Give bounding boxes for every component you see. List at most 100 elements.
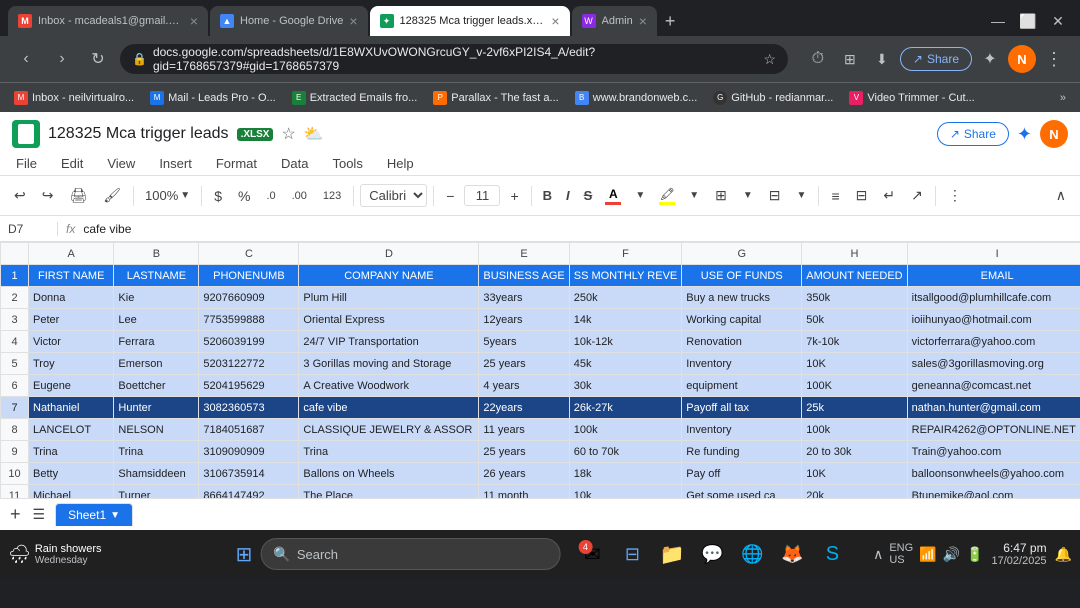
sheet-menu-button[interactable]: ☰ bbox=[27, 504, 52, 525]
tab-admin-close[interactable]: × bbox=[639, 13, 647, 29]
currency-button[interactable]: $ bbox=[208, 184, 228, 208]
sheets-profile-button[interactable]: N bbox=[1040, 120, 1068, 148]
cell-E11[interactable]: 11 month bbox=[479, 485, 569, 499]
cell-F3[interactable]: 14k bbox=[569, 309, 682, 331]
share-button[interactable]: ↗ Share bbox=[900, 47, 972, 71]
table-row[interactable]: 9TrinaTrina3109090909Trina25 years60 to … bbox=[1, 441, 1080, 463]
menu-button[interactable]: ⋮ bbox=[1040, 45, 1068, 73]
cell-C5[interactable]: 5203122772 bbox=[199, 353, 299, 375]
language-indicator[interactable]: ENGUS bbox=[889, 542, 913, 566]
fill-color-dropdown[interactable]: ▼ bbox=[683, 186, 705, 205]
cell-C9[interactable]: 3109090909 bbox=[199, 441, 299, 463]
cell-C2[interactable]: 9207660909 bbox=[199, 287, 299, 309]
taskbar-app-folder[interactable]: 📁 bbox=[656, 538, 688, 570]
cell-G2[interactable]: Buy a new trucks bbox=[682, 287, 802, 309]
cell-E7[interactable]: 22years bbox=[479, 397, 569, 419]
cell-B4[interactable]: Ferrara bbox=[114, 331, 199, 353]
extensions-button[interactable]: ✦ bbox=[976, 45, 1004, 73]
tray-up-icon[interactable]: ∧ bbox=[873, 546, 883, 563]
table-row[interactable]: 10BettyShamsiddeen3106735914Ballons on W… bbox=[1, 463, 1080, 485]
taskbar-app-chat[interactable]: 💬 bbox=[696, 538, 728, 570]
merge-button[interactable]: ⊟ bbox=[763, 183, 787, 208]
cell-G11[interactable]: Get some used ca bbox=[682, 485, 802, 499]
bookmark-brandonweb[interactable]: B www.brandonweb.c... bbox=[569, 89, 704, 107]
cell-A4[interactable]: Victor bbox=[29, 331, 114, 353]
address-bar[interactable]: 🔒 docs.google.com/spreadsheets/d/1E8WXUv… bbox=[120, 44, 788, 74]
close-button[interactable]: ✕ bbox=[1044, 7, 1072, 35]
download-button[interactable]: ⬇ bbox=[868, 45, 896, 73]
maximize-button[interactable]: ⬜ bbox=[1014, 7, 1042, 35]
cell-A11[interactable]: Michael bbox=[29, 485, 114, 499]
cell-D5[interactable]: 3 Gorillas moving and Storage bbox=[299, 353, 479, 375]
history-button[interactable]: ⏱ bbox=[804, 45, 832, 73]
cell-B3[interactable]: Lee bbox=[114, 309, 199, 331]
cell-F6[interactable]: 30k bbox=[569, 375, 682, 397]
star-icon-button[interactable]: ✦ bbox=[1017, 124, 1032, 145]
cell-H11[interactable]: 20k bbox=[802, 485, 907, 499]
taskbar-app-skype[interactable]: S bbox=[816, 538, 848, 570]
zoom-display[interactable]: 100% ▼ bbox=[140, 185, 195, 206]
refresh-button[interactable]: ↻ bbox=[84, 45, 112, 73]
cell-A5[interactable]: Troy bbox=[29, 353, 114, 375]
text-wrap-button[interactable]: ↵ bbox=[877, 183, 901, 208]
col-header-C[interactable]: C bbox=[199, 243, 299, 265]
menu-edit[interactable]: Edit bbox=[57, 154, 87, 173]
cell-I7[interactable]: nathan.hunter@gmail.com bbox=[907, 397, 1080, 419]
cell-A8[interactable]: LANCELOT bbox=[29, 419, 114, 441]
cell-I9[interactable]: Train@yahoo.com bbox=[907, 441, 1080, 463]
bookmark-gmail[interactable]: M Inbox - neilvirtualro... bbox=[8, 89, 140, 107]
cell-I10[interactable]: balloonsonwheels@yahoo.com bbox=[907, 463, 1080, 485]
tab-drive-close[interactable]: × bbox=[349, 13, 357, 29]
decimal-up-button[interactable]: .00 bbox=[286, 186, 313, 206]
cell-C4[interactable]: 5206039199 bbox=[199, 331, 299, 353]
col-header-B[interactable]: B bbox=[114, 243, 199, 265]
cell-I2[interactable]: itsallgood@plumhillcafe.com bbox=[907, 287, 1080, 309]
cell-G3[interactable]: Working capital bbox=[682, 309, 802, 331]
cell-E8[interactable]: 11 years bbox=[479, 419, 569, 441]
cell-E6[interactable]: 4 years bbox=[479, 375, 569, 397]
cell-E10[interactable]: 26 years bbox=[479, 463, 569, 485]
cell-D11[interactable]: The Place bbox=[299, 485, 479, 499]
borders-button[interactable]: ⊞ bbox=[709, 183, 733, 208]
cell-G5[interactable]: Inventory bbox=[682, 353, 802, 375]
row-number[interactable]: 5 bbox=[1, 353, 29, 375]
cell-B6[interactable]: Boettcher bbox=[114, 375, 199, 397]
cell-I11[interactable]: Btunemike@aol.com bbox=[907, 485, 1080, 499]
cell-H7[interactable]: 25k bbox=[802, 397, 907, 419]
table-row[interactable]: 5TroyEmerson52031227723 Gorillas moving … bbox=[1, 353, 1080, 375]
bookmark-parallax[interactable]: P Parallax - The fast a... bbox=[427, 89, 564, 107]
tab-admin[interactable]: W Admin × bbox=[572, 6, 657, 36]
star-button[interactable]: ☆ bbox=[281, 124, 295, 144]
taskbar-app-taskview[interactable]: ⊟ bbox=[616, 538, 648, 570]
table-row[interactable]: 4VictorFerrara520603919924/7 VIP Transpo… bbox=[1, 331, 1080, 353]
wifi-icon[interactable]: 📶 bbox=[919, 546, 936, 563]
cell-C11[interactable]: 8664147492 bbox=[199, 485, 299, 499]
cell-F5[interactable]: 45k bbox=[569, 353, 682, 375]
cell-D2[interactable]: Plum Hill bbox=[299, 287, 479, 309]
cell-E9[interactable]: 25 years bbox=[479, 441, 569, 463]
cell-I4[interactable]: victorferrara@yahoo.com bbox=[907, 331, 1080, 353]
battery-icon[interactable]: 🔋 bbox=[966, 546, 983, 563]
col-header-F[interactable]: F bbox=[569, 243, 682, 265]
percent-button[interactable]: % bbox=[232, 184, 256, 208]
strikethrough-button[interactable]: S bbox=[579, 185, 598, 206]
notification-center-icon[interactable]: 🔔 bbox=[1055, 546, 1072, 563]
grid-button[interactable]: ⊞ bbox=[836, 45, 864, 73]
row-number[interactable]: 4 bbox=[1, 331, 29, 353]
more-options-button[interactable]: ⋮ bbox=[942, 183, 968, 208]
text-rotate-button[interactable]: ↗ bbox=[905, 183, 929, 208]
cell-F2[interactable]: 250k bbox=[569, 287, 682, 309]
cell-F7[interactable]: 26k-27k bbox=[569, 397, 682, 419]
tab-sheets-close[interactable]: × bbox=[551, 13, 559, 29]
col-header-A[interactable]: A bbox=[29, 243, 114, 265]
text-color-button[interactable]: A bbox=[601, 185, 625, 207]
font-size-display[interactable]: 11 bbox=[464, 185, 500, 206]
font-family-select[interactable]: Calibri bbox=[360, 184, 427, 207]
table-row[interactable]: 6EugeneBoettcher5204195629A Creative Woo… bbox=[1, 375, 1080, 397]
cell-H9[interactable]: 20 to 30k bbox=[802, 441, 907, 463]
cell-F10[interactable]: 18k bbox=[569, 463, 682, 485]
borders-dropdown[interactable]: ▼ bbox=[737, 186, 759, 205]
start-button[interactable]: ⊞ bbox=[232, 538, 257, 571]
valign-button[interactable]: ⊟ bbox=[850, 183, 874, 208]
table-row[interactable]: 8LANCELOTNELSON7184051687CLASSIQUE JEWEL… bbox=[1, 419, 1080, 441]
